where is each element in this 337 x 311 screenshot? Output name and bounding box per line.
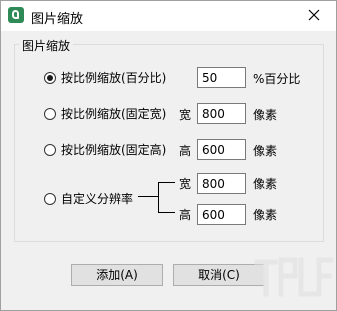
cancel-button[interactable]: 取消(C): [173, 264, 265, 286]
fixed-height-unit-label: 像素: [253, 144, 278, 158]
radio-button-fixed-width[interactable]: [44, 107, 56, 120]
custom-height-input[interactable]: [197, 204, 246, 225]
custom-width-label: 宽: [179, 177, 192, 191]
radio-percent-label: 按比例缩放(百分比): [61, 71, 167, 85]
fixed-width-field-label: 宽: [179, 108, 192, 122]
percent-unit-label: %百分比: [253, 72, 301, 86]
window-title: 图片缩放: [31, 12, 84, 27]
radio-fixed-height[interactable]: 按比例缩放(固定高): [44, 141, 166, 158]
bracket-vertical: [158, 182, 159, 213]
title-bar[interactable]: 图片缩放: [1, 1, 336, 31]
bracket-top: [158, 182, 175, 183]
app-logo-icon: [8, 7, 24, 23]
radio-custom-resolution-label: 自定义分辨率: [61, 192, 134, 206]
radio-button-percent[interactable]: [44, 71, 56, 84]
group-label: 图片缩放: [19, 37, 74, 54]
radio-button-custom-resolution[interactable]: [44, 192, 56, 205]
fixed-height-field-label: 高: [179, 144, 192, 158]
radio-fixed-width[interactable]: 按比例缩放(固定宽): [44, 105, 166, 122]
fixed-width-input[interactable]: [197, 103, 246, 124]
custom-width-unit-label: 像素: [253, 177, 278, 191]
radio-fixed-width-label: 按比例缩放(固定宽): [61, 107, 167, 121]
radio-fixed-height-label: 按比例缩放(固定高): [61, 143, 167, 157]
custom-width-input[interactable]: [197, 173, 246, 194]
custom-height-label: 高: [179, 208, 192, 222]
watermark-logo: [254, 257, 334, 297]
add-button[interactable]: 添加(A): [71, 264, 163, 286]
fixed-width-unit-label: 像素: [253, 108, 278, 122]
bracket-bottom: [158, 212, 175, 213]
radio-button-fixed-height[interactable]: [44, 143, 56, 156]
custom-height-unit-label: 像素: [253, 208, 278, 222]
radio-custom-resolution[interactable]: 自定义分辨率: [44, 190, 133, 207]
percent-input[interactable]: [197, 67, 246, 88]
image-resize-dialog: 图片缩放 图片缩放 按比例缩放(百分比) %百分比 按比例缩放(固定宽) 宽 像…: [0, 0, 337, 311]
close-button[interactable]: [292, 1, 336, 30]
close-icon: [308, 9, 320, 21]
radio-percent[interactable]: 按比例缩放(百分比): [44, 69, 166, 86]
bracket-connector: [138, 196, 158, 197]
fixed-height-input[interactable]: [197, 139, 246, 160]
